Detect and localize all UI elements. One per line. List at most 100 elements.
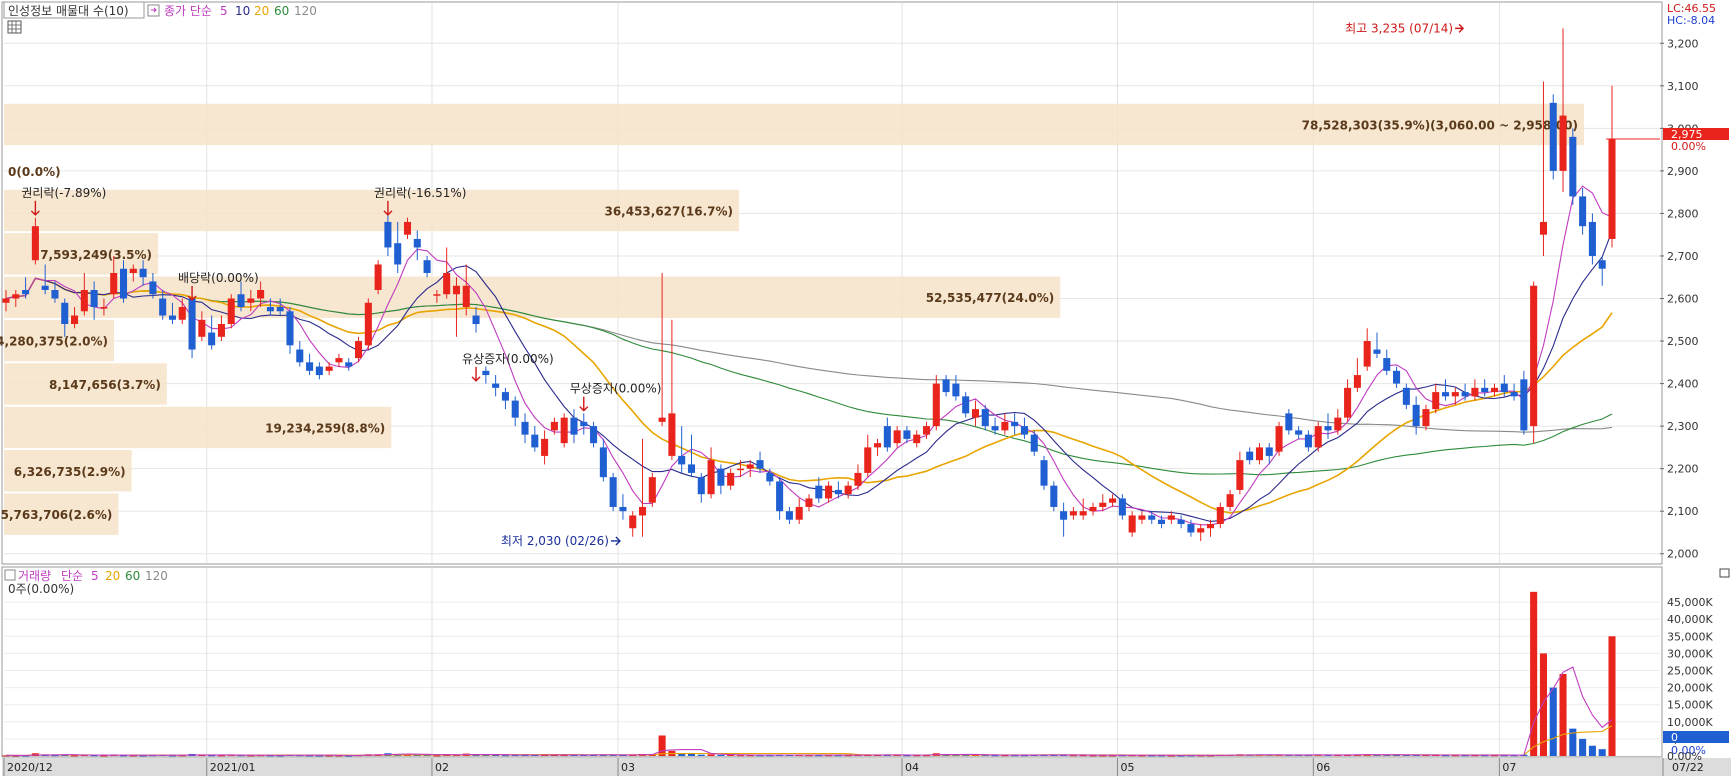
candle-body (1510, 392, 1518, 397)
panel-toggle-icon[interactable] (1719, 568, 1730, 578)
candle-body (678, 455, 686, 465)
legend-ma60: 60 (274, 4, 289, 18)
candle-body (1138, 515, 1146, 520)
table-icon[interactable] (7, 20, 22, 34)
candle-body (394, 243, 402, 265)
candle-body (1236, 460, 1244, 490)
candle-body (1128, 515, 1136, 533)
volume-legend-ma120: 120 (145, 569, 168, 583)
candle-body (443, 272, 451, 295)
candle-body (266, 307, 274, 312)
candle-body (844, 485, 852, 495)
candle-body (697, 477, 705, 495)
candle-body (61, 302, 69, 325)
candle-body (1383, 358, 1391, 371)
candle-body (942, 379, 950, 393)
candle-body (345, 362, 353, 367)
volume-bar (1598, 749, 1606, 756)
candle-body (1481, 387, 1489, 393)
date-label: 07 (1502, 761, 1516, 774)
candle-body (1060, 511, 1068, 520)
volume-tick-label: 35,000K (1667, 630, 1713, 643)
candle-body (1363, 341, 1371, 367)
candle-body (795, 506, 803, 520)
volume-tick-label: 20,000K (1667, 682, 1713, 695)
high-mark-label: 최고 3,235 (07/14) (1345, 21, 1453, 35)
price-tick-label: 2,500 (1667, 335, 1699, 348)
candle-body (1530, 285, 1538, 427)
price-tick-label: 3,100 (1667, 80, 1699, 93)
volume-bar (707, 754, 715, 756)
legend-title[interactable]: 인성정보 매물대 수(10) (8, 4, 129, 18)
volume-legend-title[interactable]: 거래량 (18, 569, 51, 583)
candle-body (1588, 221, 1596, 256)
date-label: 2021/01 (210, 761, 256, 774)
candle-body (766, 472, 774, 482)
candle-body (119, 268, 128, 299)
volume-current-tag: 0 (1671, 731, 1678, 744)
date-label: 2020/12 (7, 761, 53, 774)
candle-body (609, 477, 617, 507)
volume-bar (1549, 687, 1557, 756)
candle-body (1216, 506, 1224, 524)
candle-body (452, 285, 460, 295)
volume-profile-label: 8,147,656(3.7%) (49, 378, 161, 392)
candle-body (541, 438, 549, 456)
candle-body (1539, 221, 1547, 235)
candle-body (1099, 502, 1107, 507)
candle-body (364, 302, 372, 346)
candle-body (668, 413, 676, 456)
price-tick-label: 2,000 (1667, 548, 1699, 561)
candle-body (286, 311, 294, 346)
volume-tick-label: 15,000K (1667, 699, 1713, 712)
candle-body (785, 511, 793, 520)
volume-profile-label: 52,535,477(24.0%) (926, 291, 1055, 305)
volume-bar (697, 754, 705, 756)
candle-body (51, 290, 59, 299)
candle-body (100, 307, 108, 309)
date-label: 06 (1316, 761, 1330, 774)
volume-profile-label: 19,234,259(8.8%) (265, 421, 385, 435)
volume-profile-label: 78,528,303(35.9%)(3,060.00 ~ 2,958.00) (1302, 119, 1578, 133)
stock-chart[interactable]: 78,528,303(35.9%)(3,060.00 ~ 2,958.00) 36… (0, 0, 1731, 776)
volume-tick-label: 40,000K (1667, 613, 1713, 626)
annotation-label: 권리락(-16.51%) (374, 186, 467, 200)
candle-body (1412, 404, 1420, 427)
candle-body (31, 226, 39, 261)
candle-body (932, 383, 940, 427)
candle-body (1177, 519, 1185, 524)
legend-ma20: 20 (254, 4, 269, 18)
candle-body (1226, 494, 1234, 507)
candle-body (296, 349, 304, 363)
candle-body (746, 464, 754, 469)
candle-body (1549, 102, 1557, 171)
candle-body (1441, 392, 1450, 397)
candle-body (374, 264, 382, 290)
candle-body (1079, 511, 1087, 516)
candle-body (727, 472, 735, 486)
candle-body (1324, 426, 1332, 431)
candle-body (629, 515, 637, 529)
volume-legend-arrow-icon[interactable] (4, 569, 16, 581)
candle-body (1089, 506, 1097, 512)
volume-profile-label: 36,453,627(16.7%) (604, 204, 733, 218)
volume-bar (658, 735, 666, 756)
candle-body (1393, 370, 1401, 384)
candle-body (981, 409, 989, 427)
candle-body (355, 341, 363, 359)
candle-body (1265, 447, 1273, 456)
candle-body (922, 426, 931, 435)
candle-body (971, 409, 980, 418)
price-tick-label: 2,100 (1667, 505, 1699, 518)
candle-body (874, 443, 882, 448)
low-mark-label: 최저 2,030 (02/26) (501, 534, 609, 548)
candle-body (864, 447, 872, 473)
candle-body (1197, 528, 1205, 533)
candle-body (1344, 387, 1352, 418)
date-label: 05 (1120, 761, 1134, 774)
legend-ma5: 5 (220, 4, 228, 18)
volume-info: 0주(0.00%) (8, 582, 74, 596)
candle-body (80, 290, 88, 312)
candle-body (962, 396, 970, 414)
candle-body (1500, 383, 1508, 393)
